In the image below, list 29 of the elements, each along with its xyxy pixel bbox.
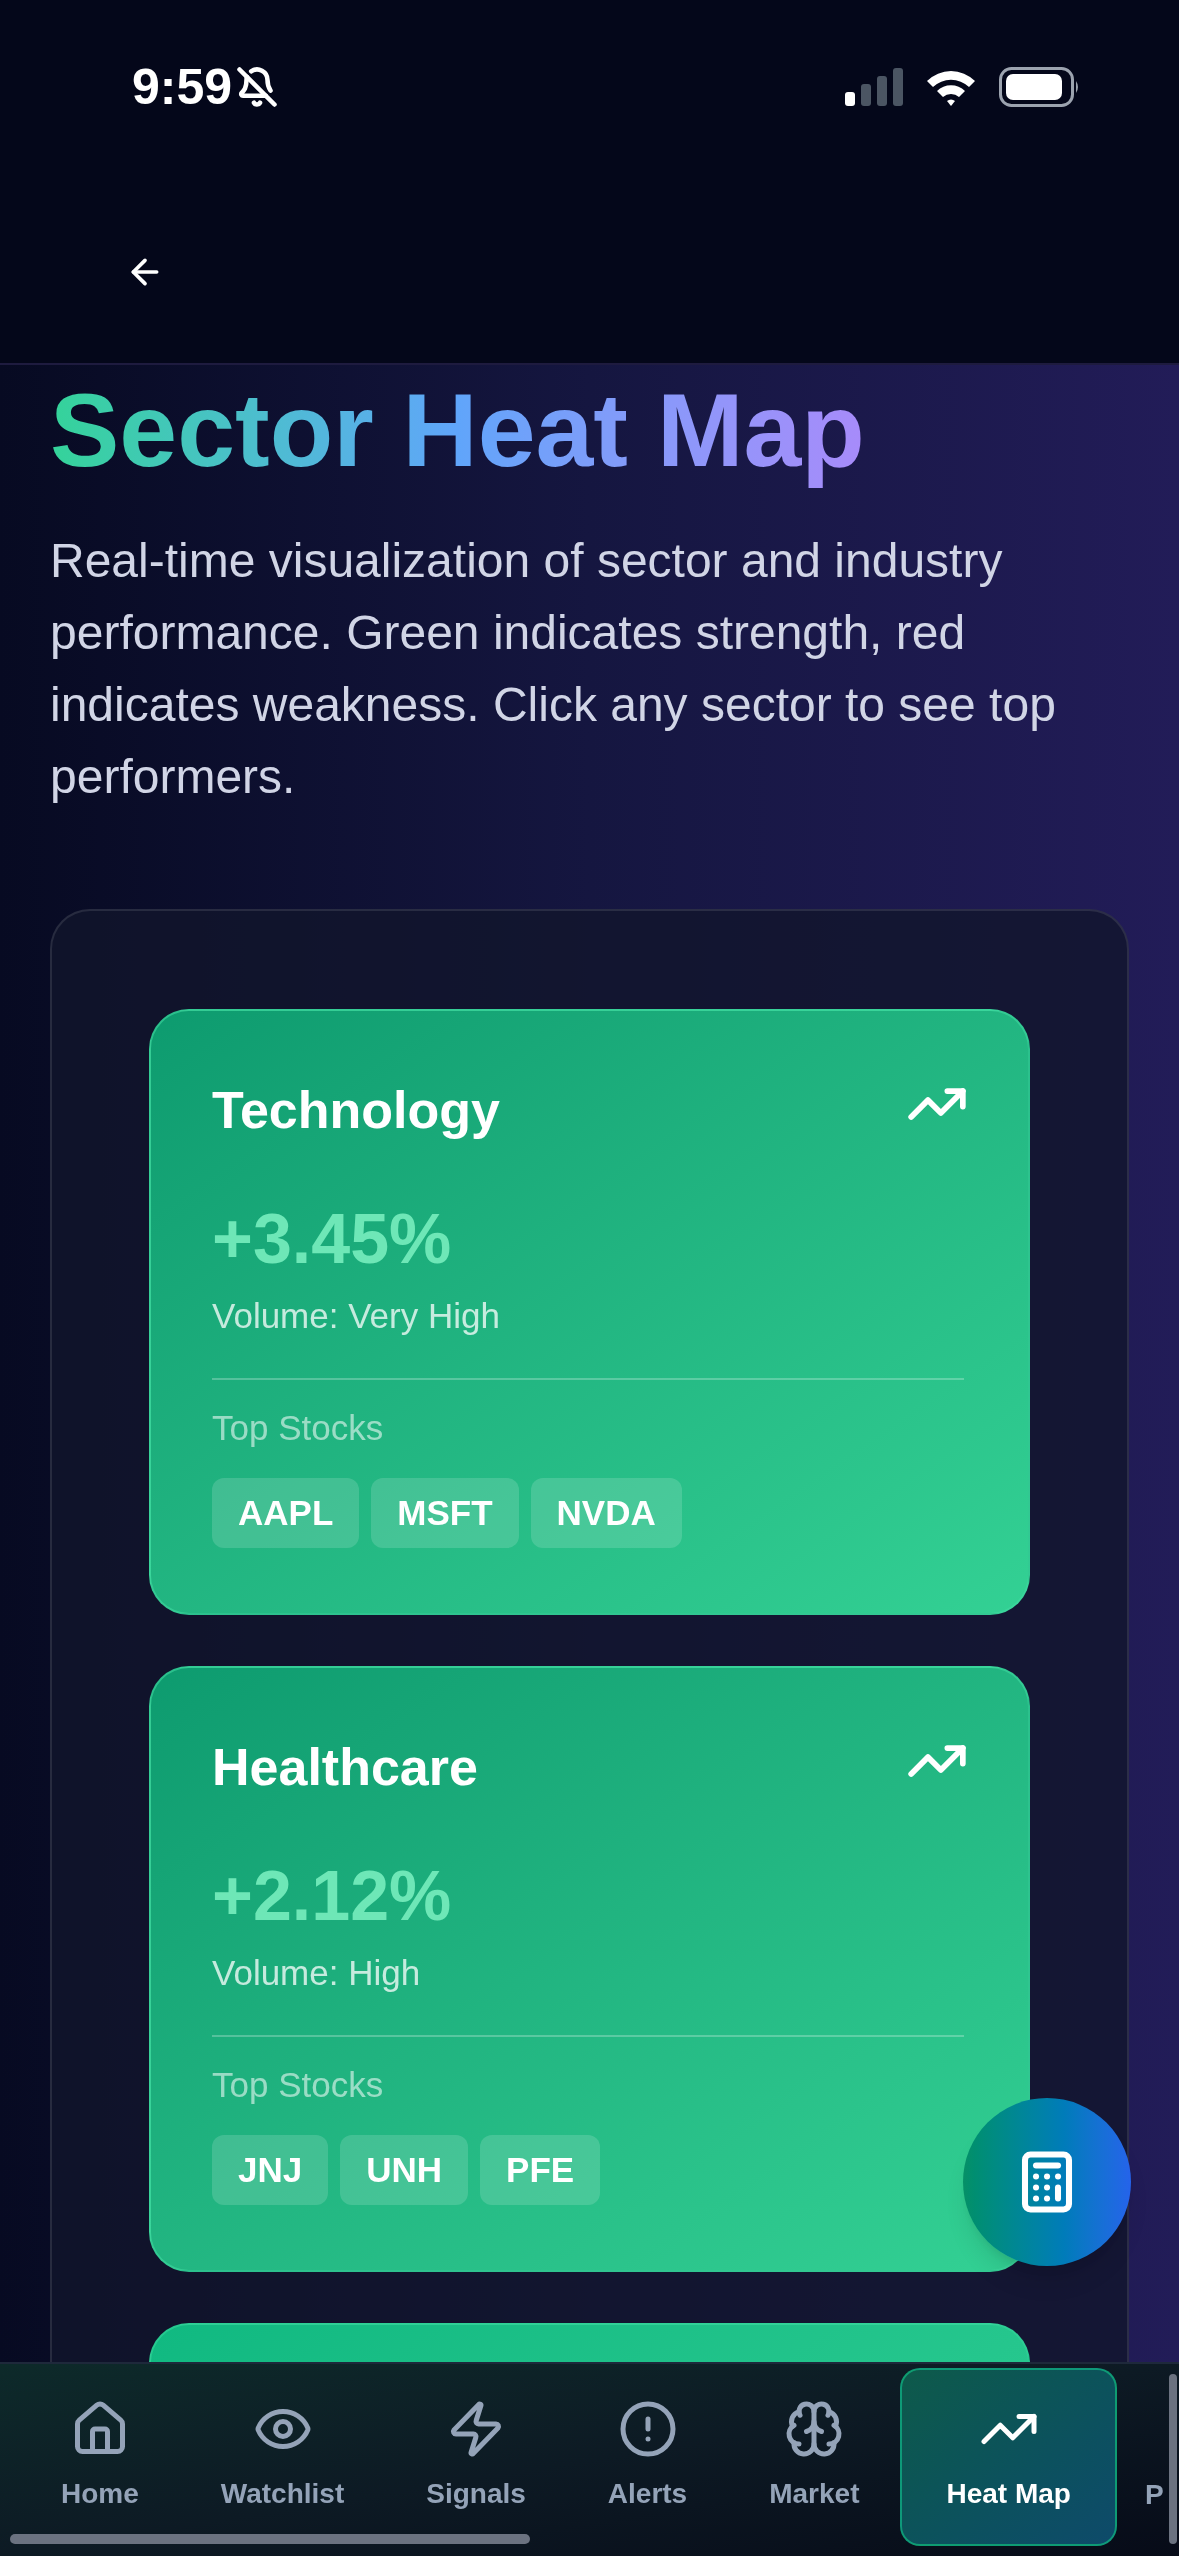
nav-tab[interactable]: Home xyxy=(20,2368,180,2546)
stock-chip[interactable]: AAPL xyxy=(212,1478,360,1548)
sector-name: Healthcare xyxy=(212,1737,478,1798)
stock-chip[interactable]: PFE xyxy=(480,2135,601,2205)
nav-tab[interactable]: Market xyxy=(728,2368,901,2546)
nav-tab[interactable]: Signals xyxy=(385,2368,567,2546)
sector-card[interactable]: Technology +3.45% Volume: Very High Top Stocks AAPL MSFT NVDA xyxy=(149,1009,1030,1615)
silent-bell-icon xyxy=(236,66,279,108)
top-stocks-label: Top Stocks xyxy=(212,2064,384,2106)
volume-label: Volume: Very High xyxy=(212,1295,500,1337)
top-stocks-label: Top Stocks xyxy=(212,1407,384,1449)
sector-change: +3.45% xyxy=(212,1199,452,1279)
sector-change: +2.12% xyxy=(212,1856,452,1936)
battery-icon xyxy=(999,67,1081,107)
volume-label: Volume: High xyxy=(212,1952,421,1994)
signal-icon xyxy=(845,68,903,106)
stock-chip[interactable]: NVDA xyxy=(530,1478,682,1548)
status-time: 9:59 xyxy=(132,57,233,117)
nav-tab[interactable]: Watchlist xyxy=(179,2368,386,2546)
nav-tab[interactable]: P xyxy=(1116,2368,1164,2546)
page-description: Real-time visualization of sector and industry performance. Green indicates strength, red indicates weakness. Click any sector to see top performers. xyxy=(50,533,1057,805)
sector-card[interactable]: Healthcare +2.12% Volume: High Top Stocks JNJ UNH PFE xyxy=(149,1666,1030,2272)
stock-chip[interactable]: MSFT xyxy=(371,1478,519,1548)
nav-tab[interactable]: Alerts xyxy=(566,2368,729,2546)
stock-chip[interactable]: UNH xyxy=(340,2135,469,2205)
stock-chip[interactable]: JNJ xyxy=(212,2135,329,2205)
nav-tab[interactable]: Heat Map xyxy=(900,2368,1117,2546)
wifi-icon xyxy=(925,68,977,106)
sector-name: Technology xyxy=(212,1080,500,1141)
